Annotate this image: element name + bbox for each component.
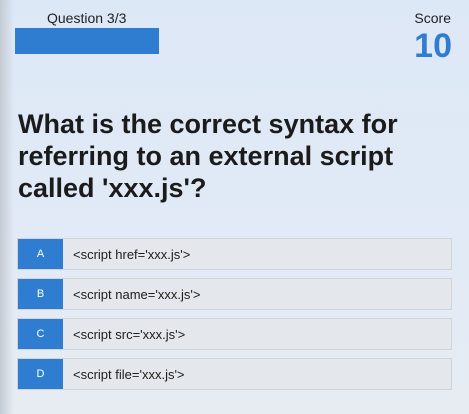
answer-letter-badge: A: [18, 239, 63, 269]
answer-text: <script name='xxx.js'>: [73, 286, 201, 302]
answer-option-c[interactable]: C <script src='xxx.js'>: [17, 318, 452, 350]
answer-letter-badge: B: [18, 279, 63, 309]
answer-option-b[interactable]: B <script name='xxx.js'>: [17, 278, 452, 310]
quiz-header: Question 3/3 Score 10: [0, 0, 469, 70]
answer-text: <script file='xxx.js'>: [73, 366, 185, 382]
progress-bar-fill: [15, 28, 159, 54]
score-label: Score: [414, 10, 451, 26]
answer-list: A <script href='xxx.js'> B <script name=…: [17, 238, 452, 398]
answer-option-d[interactable]: D <script file='xxx.js'>: [17, 358, 452, 390]
quiz-screen: Question 3/3 Score 10 What is the correc…: [0, 0, 469, 414]
score-value: 10: [414, 27, 452, 65]
question-text: What is the correct syntax for referring…: [18, 109, 398, 203]
answer-text: <script src='xxx.js'>: [73, 326, 186, 342]
answer-letter-badge: D: [18, 359, 63, 389]
question-counter: Question 3/3: [47, 10, 127, 26]
answer-option-a[interactable]: A <script href='xxx.js'>: [17, 238, 452, 270]
answer-text: <script href='xxx.js'>: [73, 246, 191, 262]
answer-letter-badge: C: [18, 319, 63, 349]
progress-bar: [15, 28, 159, 54]
